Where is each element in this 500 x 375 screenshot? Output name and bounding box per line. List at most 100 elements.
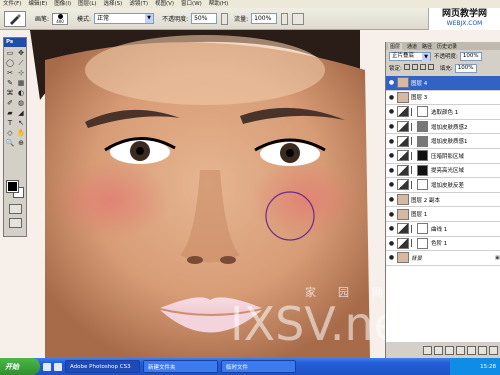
hand-tool-icon[interactable]: ✋ — [16, 129, 26, 138]
mode-select[interactable]: 正常 ▼ — [94, 13, 155, 24]
layer-row[interactable]: ● 选取颜色 1 — [386, 105, 500, 120]
opacity-input[interactable]: 50% — [191, 13, 218, 24]
zoom-tool-icon[interactable]: 🔍 — [5, 139, 15, 148]
opacity-slider-button[interactable] — [221, 12, 229, 25]
eye-icon[interactable]: ● — [386, 123, 397, 130]
layer-style-button[interactable] — [434, 345, 443, 355]
tool-preset-picker[interactable] — [4, 10, 26, 27]
blur-tool-icon[interactable]: ▰ — [5, 109, 15, 118]
eye-icon[interactable]: ● — [386, 196, 397, 203]
layer-row[interactable]: ● 曲线 1 — [386, 222, 500, 237]
magic-wand-tool-icon[interactable]: ⟋ — [16, 59, 26, 68]
tab-channels[interactable]: 通道 — [407, 43, 417, 50]
layer-mask-thumbnail[interactable] — [417, 106, 428, 118]
layer-row[interactable]: ● 增加皮肤反差 — [386, 178, 500, 193]
menu-edit[interactable]: 编辑(E) — [28, 0, 47, 8]
move-tool-icon[interactable]: ✥ — [16, 49, 26, 58]
eraser-tool-icon[interactable]: ✐ — [5, 99, 15, 108]
eye-icon[interactable]: ● — [386, 108, 397, 115]
desktop-icon[interactable] — [43, 362, 51, 371]
healing-brush-tool-icon[interactable]: ✎ — [5, 79, 15, 88]
layer-row[interactable]: ● 压暗阴影区域 — [386, 149, 500, 164]
layer-row[interactable]: ● 色阶 1 — [386, 237, 500, 252]
shape-tool-icon[interactable]: ◇ — [5, 129, 15, 138]
lock-all-icon[interactable] — [427, 64, 434, 70]
link-icon — [411, 122, 415, 131]
browser-icon[interactable] — [54, 362, 62, 371]
layer-row[interactable]: ● 图层 2 副本 — [386, 193, 500, 208]
eye-icon[interactable]: ● — [386, 94, 397, 101]
crop-tool-icon[interactable]: ✂ — [5, 69, 15, 78]
layer-row[interactable]: ● 背景 ▣ — [386, 251, 500, 266]
dodge-tool-icon[interactable]: ◢ — [16, 109, 26, 118]
flow-slider-button[interactable] — [281, 12, 289, 25]
add-mask-button[interactable] — [445, 345, 454, 355]
marquee-tool-icon[interactable]: ▭ — [5, 49, 15, 58]
layer-mask-thumbnail[interactable] — [417, 179, 428, 191]
menu-filter[interactable]: 滤镜(T) — [129, 0, 148, 8]
layer-mask-thumbnail[interactable] — [417, 164, 428, 176]
menu-file[interactable]: 文件(F) — [3, 0, 21, 8]
link-layers-button[interactable] — [423, 345, 432, 355]
eye-icon[interactable]: ● — [386, 152, 397, 159]
blend-mode-select[interactable]: 正片叠底 ▼ — [389, 51, 431, 62]
eye-icon[interactable]: ● — [386, 240, 397, 247]
type-tool-icon[interactable]: T — [5, 119, 15, 128]
layer-mask-thumbnail[interactable] — [417, 121, 428, 133]
layer-mask-thumbnail[interactable] — [417, 237, 428, 249]
menu-image[interactable]: 图像(I) — [54, 0, 71, 8]
layer-row[interactable]: ● 提亮高光区域 — [386, 164, 500, 179]
lock-pixels-icon[interactable] — [411, 64, 418, 70]
layer-mask-thumbnail[interactable] — [417, 150, 428, 162]
tab-history[interactable]: 历史记录 — [437, 43, 457, 50]
layer-opacity-input[interactable]: 100% — [459, 51, 482, 61]
menu-select[interactable]: 选择(S) — [104, 0, 123, 8]
new-layer-button[interactable] — [478, 345, 487, 355]
delete-layer-button[interactable] — [489, 345, 498, 355]
flow-input[interactable]: 100% — [251, 13, 278, 24]
stamp-tool-icon[interactable]: ⌘ — [5, 89, 15, 98]
eye-icon[interactable]: ● — [386, 211, 397, 218]
eye-icon[interactable]: ● — [386, 181, 397, 188]
gradient-tool-icon[interactable]: ◍ — [16, 99, 26, 108]
path-select-tool-icon[interactable]: ↖ — [16, 119, 26, 128]
screen-mode-button[interactable] — [9, 218, 22, 228]
lasso-tool-icon[interactable]: ◯ — [5, 59, 15, 68]
brush-tool-icon[interactable]: ▦ — [16, 79, 26, 88]
panel-tabs: 图层 通道 路径 历史记录 — [386, 42, 500, 50]
new-group-button[interactable] — [467, 345, 476, 355]
menu-window[interactable]: 窗口(W) — [181, 0, 202, 8]
eye-icon[interactable]: ● — [386, 225, 397, 232]
brush-picker[interactable]: 400 — [52, 12, 69, 25]
menu-view[interactable]: 视图(V) — [155, 0, 174, 8]
layer-row[interactable]: ● 图层 3 — [386, 91, 500, 106]
new-adjustment-button[interactable] — [456, 345, 465, 355]
task-temp[interactable]: 临时文件 — [221, 360, 296, 373]
layer-mask-thumbnail[interactable] — [417, 135, 428, 147]
eye-icon[interactable]: ● — [386, 254, 397, 261]
foreground-color-swatch[interactable] — [6, 180, 19, 193]
eye-icon[interactable]: ● — [386, 79, 397, 86]
fill-input[interactable]: 100% — [454, 63, 477, 73]
quick-mask-button[interactable] — [9, 204, 22, 214]
eyedropper-tool-icon[interactable]: ⊕ — [16, 139, 26, 148]
history-brush-tool-icon[interactable]: ◐ — [16, 89, 26, 98]
layer-mask-thumbnail[interactable] — [417, 223, 428, 235]
layer-row[interactable]: ● 图层 1 — [386, 207, 500, 222]
airbrush-button[interactable] — [292, 12, 305, 25]
eye-icon[interactable]: ● — [386, 167, 397, 174]
lock-position-icon[interactable] — [419, 64, 426, 70]
start-button[interactable]: 开始 — [0, 358, 40, 375]
menu-help[interactable]: 帮助(H) — [209, 0, 228, 8]
eye-icon[interactable]: ● — [386, 138, 397, 145]
layer-row[interactable]: ● 增加皮肤质感1 — [386, 134, 500, 149]
menu-layer[interactable]: 图层(L) — [78, 0, 96, 8]
lock-transparency-icon[interactable] — [403, 64, 410, 70]
layer-row[interactable]: ● 增加皮肤质感2 — [386, 120, 500, 135]
tab-paths[interactable]: 路径 — [422, 43, 432, 50]
tab-layers[interactable]: 图层 — [388, 42, 403, 50]
slice-tool-icon[interactable]: ⊹ — [16, 69, 26, 78]
layer-row[interactable]: ● 图层 4 — [386, 76, 500, 91]
task-folder[interactable]: 新建文件夹 — [143, 360, 218, 373]
task-photoshop[interactable]: Adobe Photoshop CS3 — [65, 360, 140, 373]
